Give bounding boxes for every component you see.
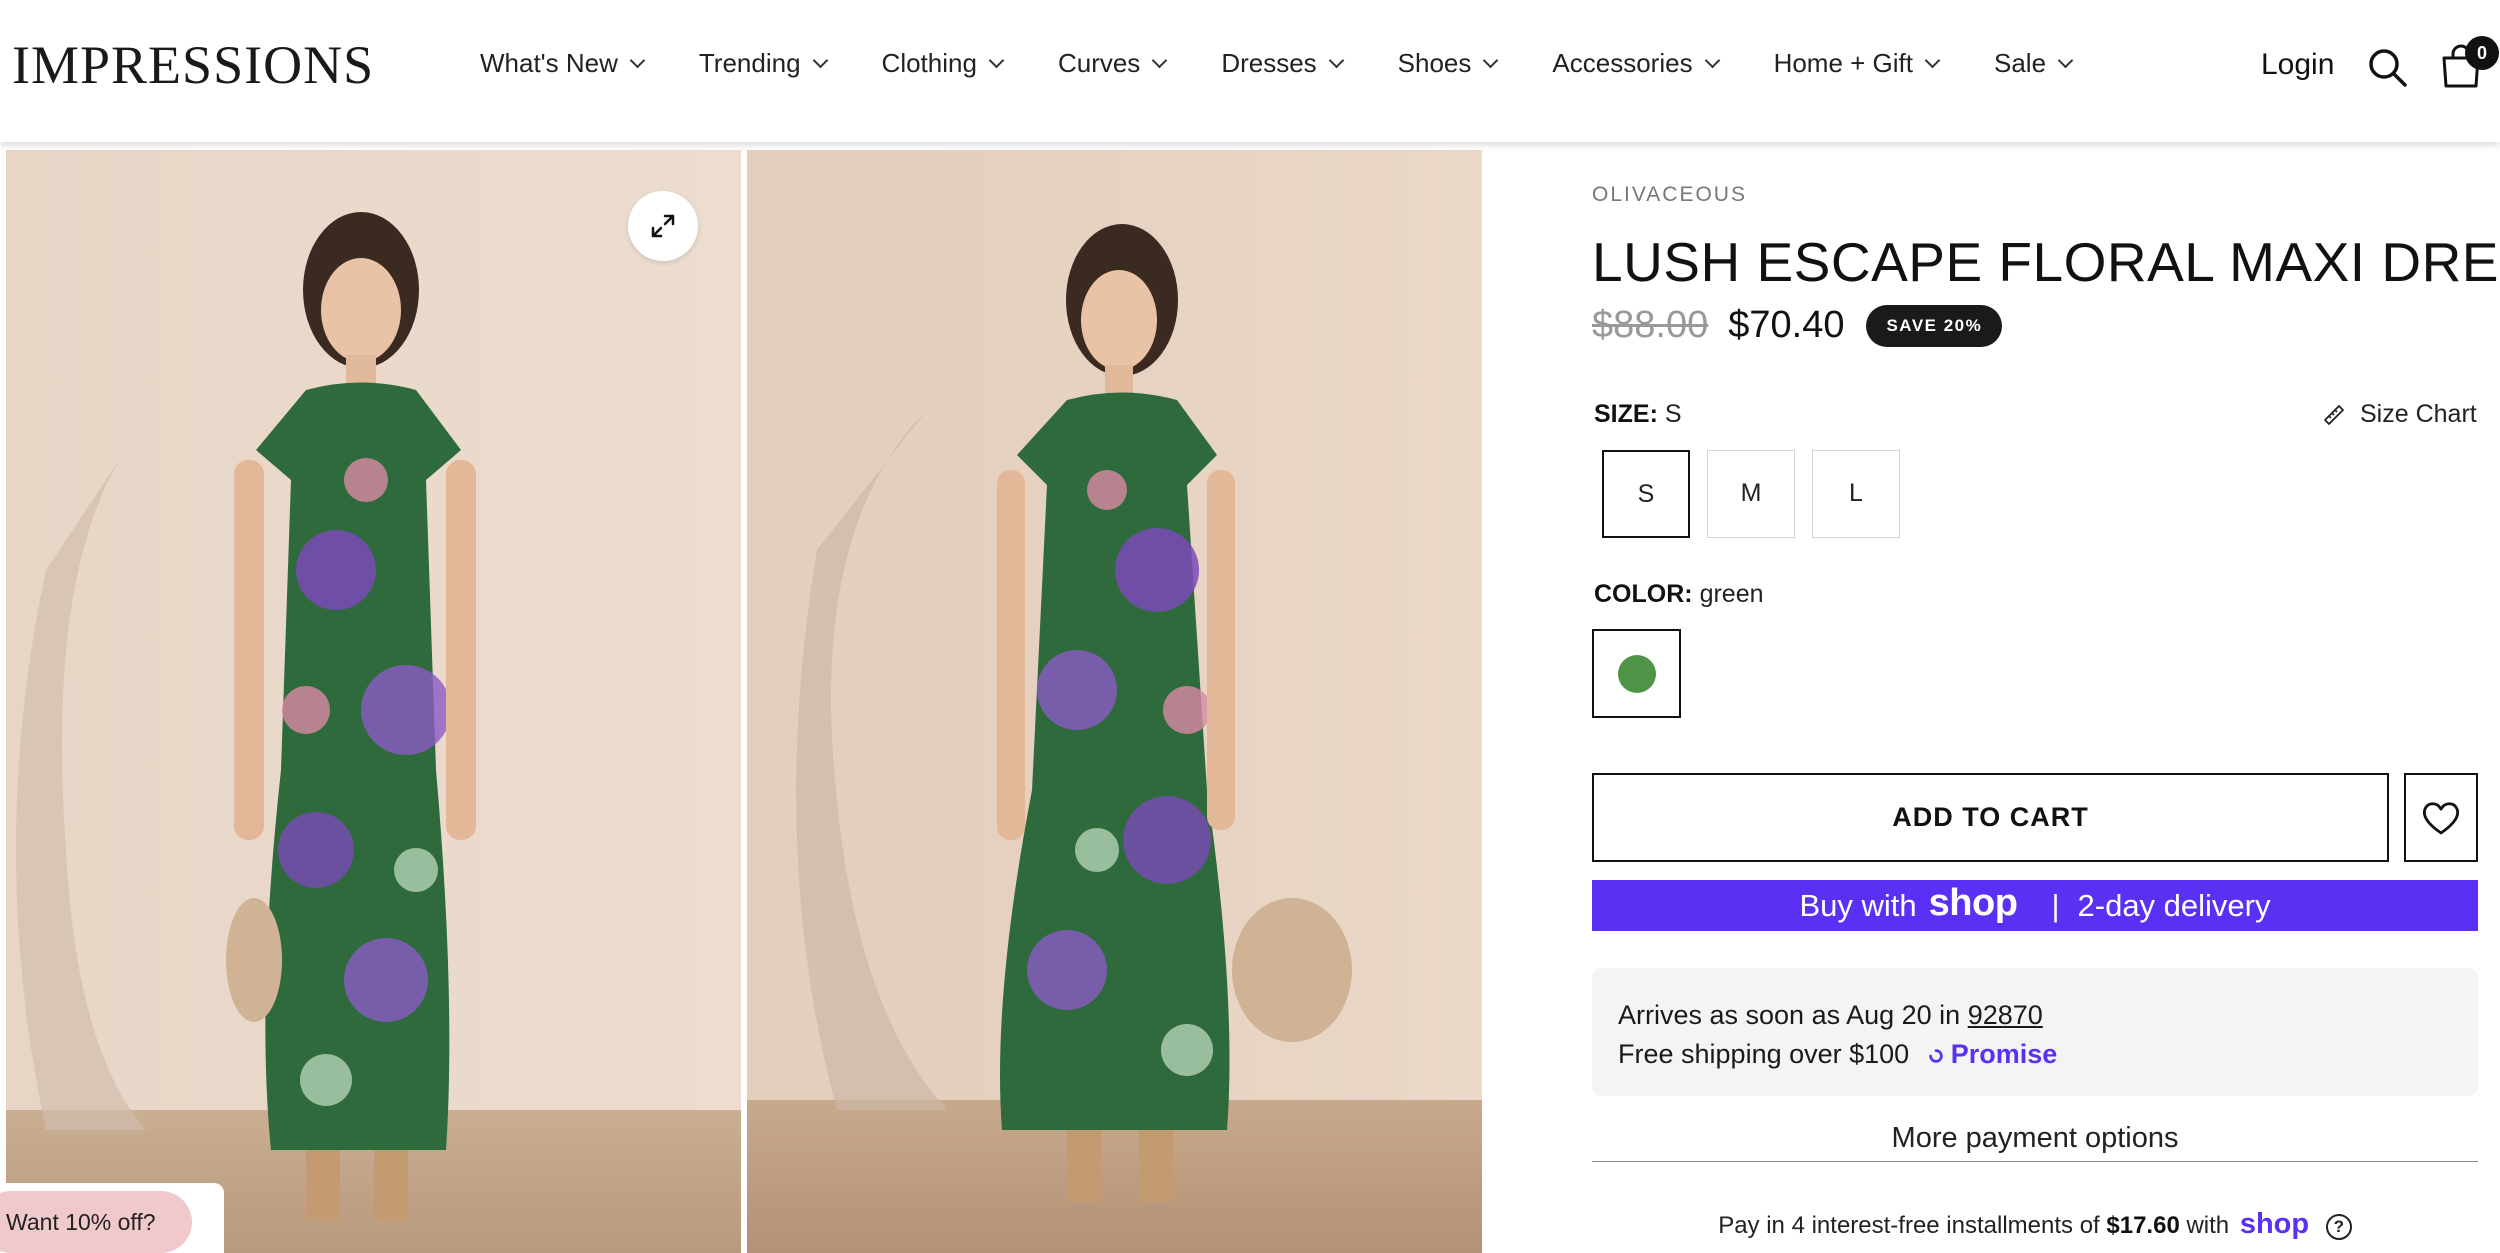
- nav-item-label: Home + Gift: [1773, 48, 1913, 78]
- size-option-m[interactable]: M: [1707, 450, 1795, 538]
- chevron-down-icon: [629, 52, 646, 69]
- nav-item-trending[interactable]: Trending: [698, 48, 828, 79]
- discount-promo-tab: Want 10% off?: [0, 1183, 224, 1253]
- promise-icon: [1928, 1049, 1943, 1063]
- expand-image-button[interactable]: [628, 191, 698, 261]
- discount-promo-button[interactable]: Want 10% off?: [0, 1191, 192, 1253]
- help-icon[interactable]: ?: [2325, 1213, 2352, 1240]
- price-row: $88.00 $70.40 SAVE 20%: [1592, 304, 2003, 347]
- product-image-front[interactable]: [6, 150, 741, 1253]
- nav-item-home-gift[interactable]: Home + Gift: [1773, 48, 1941, 79]
- zip-code-link[interactable]: 92870: [1968, 1000, 2043, 1030]
- nav-item-label: Curves: [1057, 48, 1141, 78]
- nav-item-label: Trending: [698, 48, 801, 78]
- color-label: COLOR:: [1594, 580, 1693, 608]
- arrival-text: Arrives as soon as Aug 20 in: [1618, 1000, 1961, 1030]
- save-badge: SAVE 20%: [1866, 304, 2003, 347]
- promise-label: Promise: [1950, 1039, 2058, 1069]
- buy-with-shop-button[interactable]: Buy with shop | 2-day delivery: [1592, 880, 2478, 931]
- size-label: SIZE:: [1594, 400, 1658, 428]
- free-shipping-text: Free shipping over $100: [1618, 1039, 1910, 1069]
- size-chart-link[interactable]: Size Chart: [2322, 400, 2477, 429]
- chevron-down-icon: [988, 52, 1005, 69]
- shop-pay-prefix: Buy with: [1799, 887, 1917, 923]
- shop-pay-separator: |: [2051, 887, 2060, 923]
- nav-item-accessories[interactable]: Accessories: [1552, 48, 1720, 79]
- nav-item-shoes[interactable]: Shoes: [1397, 48, 1499, 79]
- promise-link[interactable]: Promise: [1927, 1039, 2058, 1069]
- chevron-down-icon: [812, 52, 828, 69]
- installments-prefix: Pay in 4 interest-free installments of: [1718, 1212, 2100, 1239]
- delivery-estimate-box: Arrives as soon as Aug 20 in 92870 Free …: [1592, 968, 2478, 1096]
- nav-item-label: Shoes: [1397, 48, 1472, 78]
- chevron-down-icon: [1152, 52, 1168, 69]
- size-chart-label: Size Chart: [2360, 400, 2477, 428]
- nav-item-curves[interactable]: Curves: [1057, 48, 1168, 79]
- nav-item-clothing[interactable]: Clothing: [881, 48, 1005, 79]
- nav-item-label: Sale: [1994, 48, 2047, 78]
- chevron-down-icon: [1924, 52, 1941, 69]
- color-option-label: COLOR: green: [1594, 580, 1764, 609]
- color-swatch-green[interactable]: [1592, 629, 1681, 718]
- more-payment-options-link[interactable]: More payment options: [1592, 1122, 2478, 1162]
- compare-at-price: $88.00: [1592, 304, 1709, 346]
- nav-item-whats-new[interactable]: What's New: [480, 48, 646, 79]
- login-link[interactable]: Login: [2261, 48, 2334, 82]
- chevron-down-icon: [1328, 52, 1344, 69]
- size-option-label: SIZE: S: [1594, 400, 1682, 429]
- shop-pay-logo: shop: [2239, 1208, 2310, 1240]
- nav-item-label: What's New: [480, 48, 618, 78]
- site-header: IMPRESSIONS What's New Trending Clothing…: [0, 0, 2500, 142]
- product-image-angle[interactable]: [747, 150, 1482, 1253]
- nav-item-label: Clothing: [881, 48, 977, 78]
- shop-pay-delivery: 2-day delivery: [2077, 887, 2271, 923]
- installments-message: Pay in 4 interest-free installments of $…: [1592, 1208, 2478, 1241]
- chevron-down-icon: [1704, 52, 1720, 69]
- arrival-estimate: Arrives as soon as Aug 20 in 92870: [1618, 996, 2452, 1035]
- installment-amount: $17.60: [2106, 1212, 2180, 1239]
- nav-item-sale[interactable]: Sale: [1994, 48, 2074, 79]
- product-title: LUSH ESCAPE FLORAL MAXI DRESS: [1592, 231, 2500, 293]
- size-option-l[interactable]: L: [1812, 450, 1900, 538]
- selected-size-value: S: [1664, 400, 1682, 428]
- cart-count-badge: 0: [2465, 36, 2499, 70]
- chevron-down-icon: [2057, 52, 2074, 69]
- nav-item-label: Accessories: [1552, 48, 1693, 78]
- selected-color-value: green: [1699, 580, 1764, 608]
- expand-icon: [651, 214, 675, 238]
- site-logo[interactable]: IMPRESSIONS: [12, 34, 374, 96]
- shipping-info: Free shipping over $100 Promise: [1618, 1035, 2452, 1074]
- product-brand[interactable]: OLIVACEOUS: [1592, 183, 1747, 207]
- size-option-s[interactable]: S: [1602, 450, 1690, 538]
- sale-price: $70.40: [1728, 304, 1845, 346]
- search-icon[interactable]: [2368, 48, 2408, 88]
- wishlist-button[interactable]: [2404, 773, 2478, 862]
- chevron-down-icon: [1483, 52, 1499, 69]
- nav-item-label: Dresses: [1221, 48, 1317, 78]
- installments-middle: with: [2186, 1212, 2230, 1239]
- ruler-icon: [2324, 404, 2344, 425]
- color-swatch-dot: [1618, 655, 1656, 693]
- nav-item-dresses[interactable]: Dresses: [1221, 48, 1344, 79]
- add-to-cart-button[interactable]: ADD TO CART: [1592, 773, 2389, 862]
- main-nav: What's New Trending Clothing Curves Dres…: [480, 48, 2127, 79]
- shop-logo: shop: [1928, 882, 2018, 924]
- heart-icon: [2423, 801, 2459, 834]
